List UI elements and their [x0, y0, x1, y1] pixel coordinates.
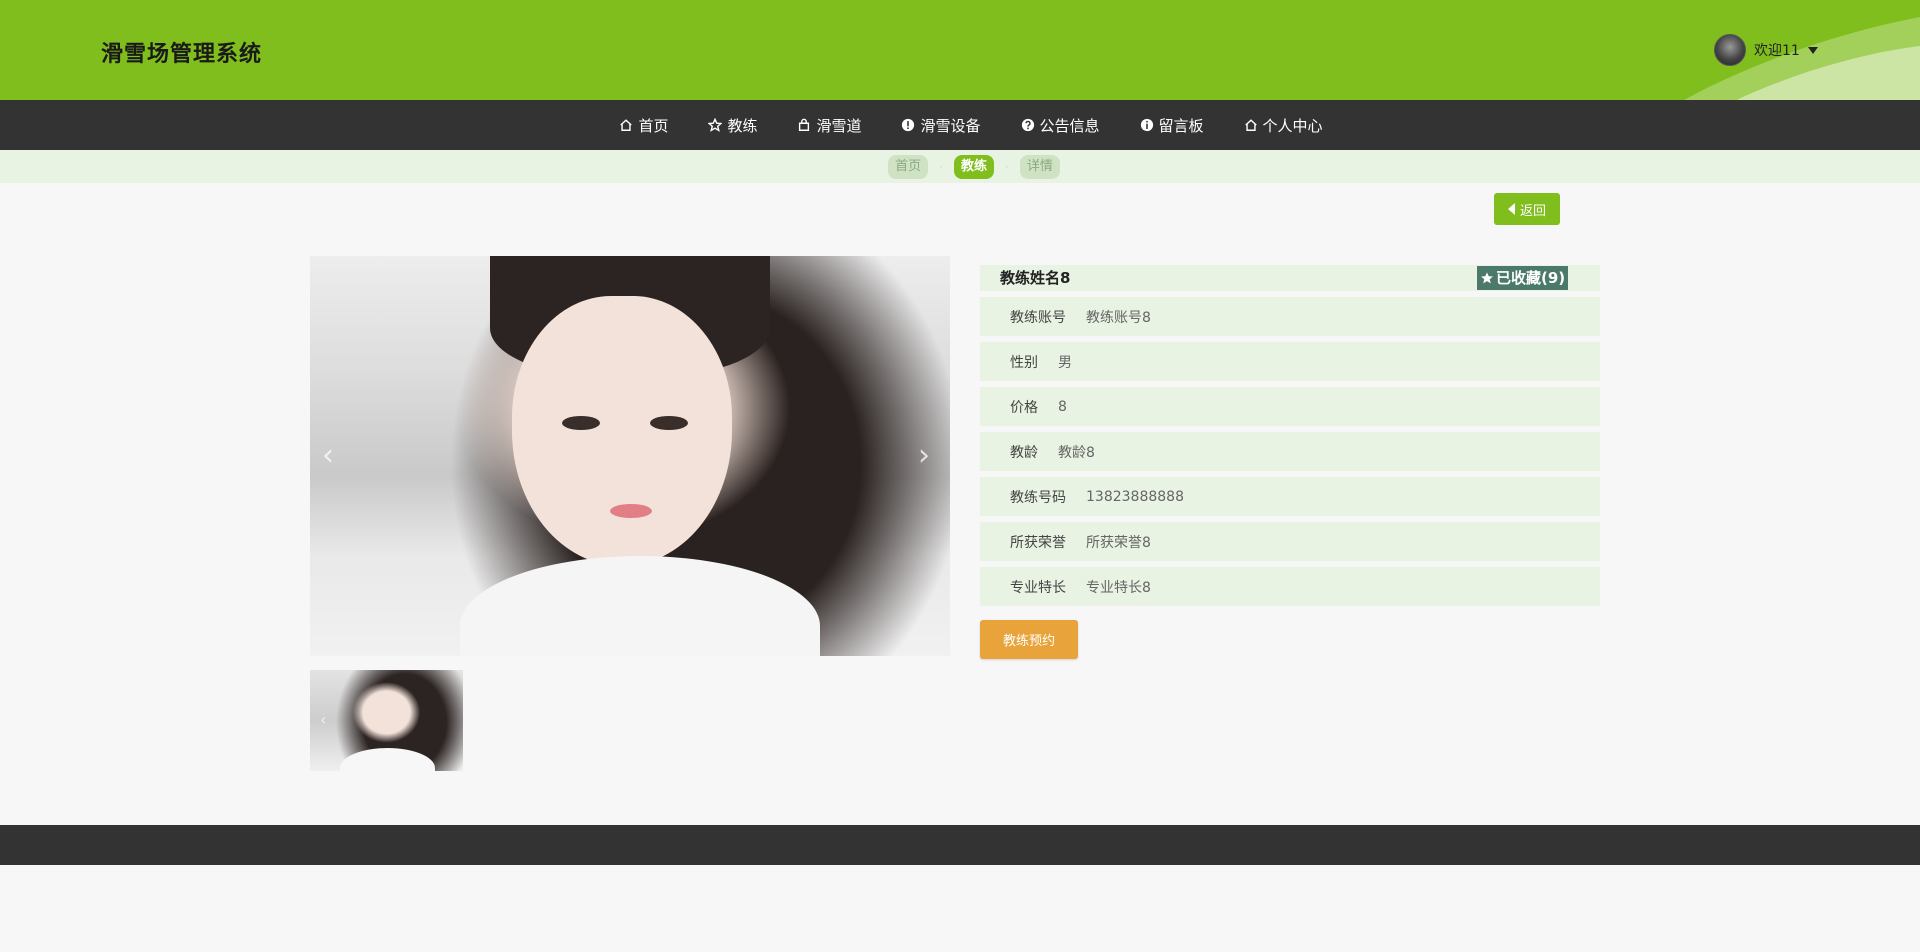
chevron-left-icon: ‹	[320, 710, 327, 729]
info-row-account: 教练账号 教练账号8	[980, 297, 1600, 336]
breadcrumb-separator: ·	[939, 159, 943, 174]
photo-lips	[610, 504, 652, 518]
site-title: 滑雪场管理系统	[101, 42, 263, 67]
row-value: 13823888888	[1086, 488, 1184, 505]
info-row-gender: 性别 男	[980, 342, 1600, 381]
row-value: 8	[1058, 398, 1067, 415]
question-icon	[1021, 118, 1034, 132]
nav-item-ski-equipment[interactable]: 滑雪设备	[901, 115, 981, 136]
nav-label: 留言板	[1158, 116, 1204, 135]
row-label: 教练账号	[1010, 309, 1066, 326]
row-label: 教龄	[1010, 444, 1038, 461]
coach-detail-panel: 教练姓名8 已收藏(9) 教练账号 教练账号8 性别 男 价格 8 教龄 教龄8…	[980, 265, 1600, 606]
nav-label: 个人中心	[1262, 116, 1323, 135]
info-row-honors: 所获荣誉 所获荣誉8	[980, 522, 1600, 561]
photo-eye	[650, 416, 688, 430]
coach-photo	[310, 256, 950, 656]
photo-shirt	[340, 748, 435, 771]
caret-left-icon	[1507, 203, 1515, 215]
back-button[interactable]: 返回	[1494, 193, 1560, 225]
info-row-specialty: 专业特长 专业特长8	[980, 567, 1600, 606]
info-icon	[1140, 118, 1153, 132]
nav-label: 滑雪道	[816, 116, 862, 135]
breadcrumb-separator: ·	[1005, 159, 1009, 174]
nav-item-message-board[interactable]: 留言板	[1140, 115, 1204, 136]
breadcrumb: 首页 · 教练 · 详情	[0, 150, 1920, 183]
nav-item-home[interactable]: 首页	[619, 115, 668, 136]
row-label: 专业特长	[1010, 579, 1066, 596]
row-value: 专业特长8	[1086, 579, 1151, 596]
breadcrumb-home[interactable]: 首页	[888, 154, 929, 179]
nav-label: 公告信息	[1039, 116, 1100, 135]
welcome-text[interactable]: 欢迎11	[1754, 40, 1800, 60]
breadcrumb-coach[interactable]: 教练	[953, 154, 994, 179]
home-icon	[620, 119, 633, 131]
photo-eye	[562, 416, 600, 430]
nav-item-ski-trail[interactable]: 滑雪道	[797, 115, 861, 136]
coach-name: 教练姓名8	[1000, 269, 1071, 287]
info-row-experience: 教龄 教龄8	[980, 432, 1600, 471]
site-header: 滑雪场管理系统 欢迎11	[0, 0, 1920, 100]
carousel-prev-icon[interactable]: ‹	[322, 440, 342, 472]
breadcrumb-detail: 详情	[1019, 154, 1060, 179]
row-value: 男	[1058, 354, 1072, 371]
back-label: 返回	[1519, 203, 1546, 219]
nav-label: 首页	[638, 116, 669, 135]
bag-icon	[799, 118, 810, 131]
row-label: 性别	[1010, 354, 1038, 371]
photo-face	[512, 296, 732, 566]
row-value: 教练账号8	[1086, 309, 1151, 326]
book-coach-button[interactable]: 教练预约	[980, 620, 1078, 659]
star-icon	[1481, 272, 1493, 284]
carousel-next-icon[interactable]: ›	[918, 440, 938, 472]
nav-label: 教练	[727, 116, 758, 135]
nav-label: 滑雪设备	[920, 116, 981, 135]
nav-item-announcements[interactable]: 公告信息	[1021, 115, 1100, 136]
row-value: 教龄8	[1058, 444, 1095, 461]
info-row-price: 价格 8	[980, 387, 1600, 426]
photo-thumbnail[interactable]: ‹	[310, 670, 463, 771]
site-footer	[0, 825, 1920, 865]
favorite-button[interactable]: 已收藏(9)	[1477, 266, 1569, 290]
home-icon	[1244, 119, 1257, 131]
caret-down-icon[interactable]	[1807, 46, 1818, 54]
photo-shirt	[460, 556, 820, 656]
avatar[interactable]	[1714, 34, 1746, 66]
info-row-phone: 教练号码 13823888888	[980, 477, 1600, 516]
row-label: 教练号码	[1010, 489, 1066, 506]
user-menu[interactable]: 欢迎11	[1714, 34, 1818, 66]
favorite-label: 已收藏(9)	[1496, 269, 1566, 287]
photo-carousel: ‹ ›	[310, 256, 950, 656]
main-nav: 首页 教练 滑雪道 滑雪设备 公告信息 留言板 个人中心	[0, 100, 1920, 150]
nav-item-coach[interactable]: 教练	[708, 115, 757, 136]
row-label: 所获荣誉	[1010, 534, 1066, 551]
nav-item-profile[interactable]: 个人中心	[1244, 115, 1323, 136]
exclamation-icon	[902, 118, 915, 132]
star-icon	[708, 118, 723, 132]
row-label: 价格	[1010, 399, 1038, 416]
coach-name-bar: 教练姓名8 已收藏(9)	[980, 265, 1600, 291]
row-value: 所获荣誉8	[1086, 534, 1151, 551]
